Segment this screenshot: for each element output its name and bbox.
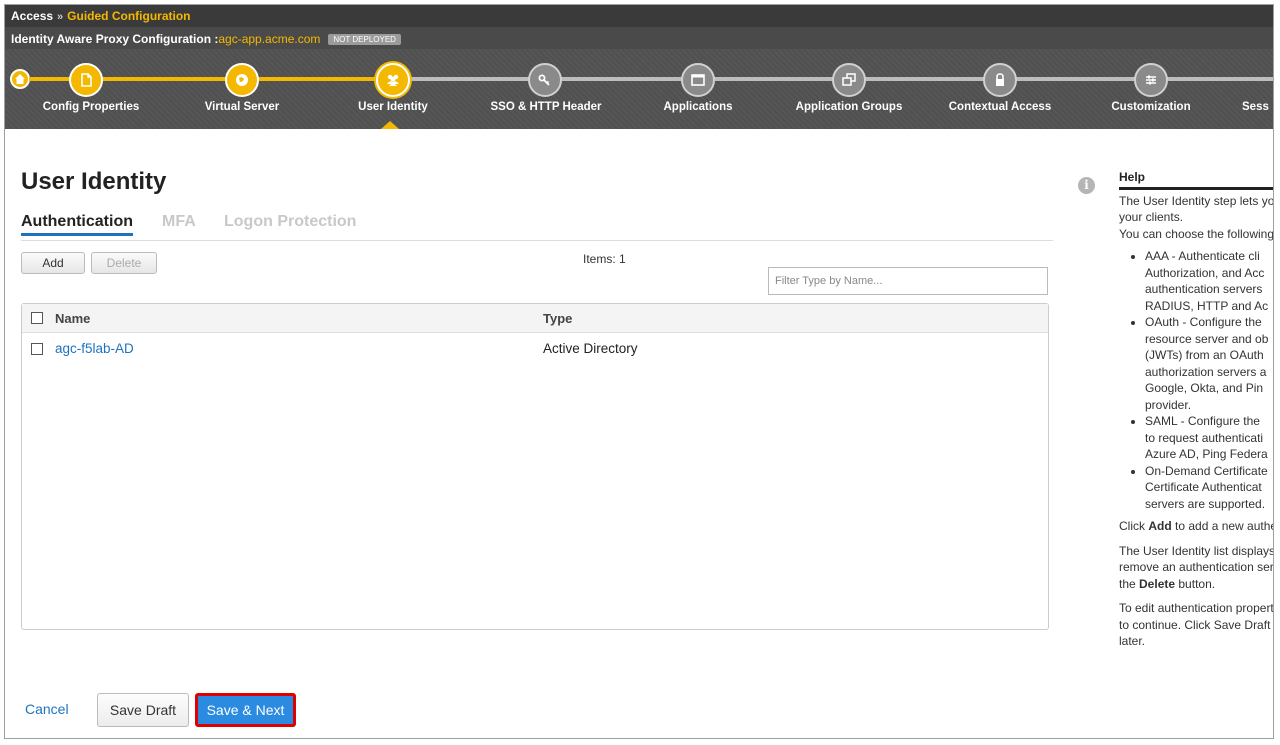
help-text: the	[1119, 576, 1140, 591]
help-text-line: to request authenticati	[1145, 430, 1264, 445]
tab-bar: Authentication MFA Logon Protection	[21, 213, 1053, 241]
help-list-paragraph: The User Identity list displays remove a…	[1119, 543, 1274, 593]
help-text-line: To edit authentication properti	[1119, 601, 1274, 615]
help-text-line: AAA - Authenticate cli	[1145, 249, 1260, 263]
help-text: to add a new authe	[1171, 519, 1274, 533]
breadcrumb-separator: »	[57, 11, 64, 23]
key-icon	[528, 63, 562, 97]
wizard-step-label: Virtual Server	[204, 101, 280, 113]
help-text-line: OAuth - Configure the	[1145, 315, 1262, 329]
help-bullet-ondemand: On-Demand Certificate Certificate Authen…	[1145, 463, 1273, 513]
column-header-name[interactable]: Name	[55, 311, 90, 326]
sliders-icon	[1134, 63, 1168, 97]
wizard-step-label: Contextual Access	[948, 101, 1052, 113]
help-intro: The User Identity step lets yo your clie…	[1119, 193, 1274, 243]
help-text-line: remove an authentication serv	[1119, 560, 1274, 574]
help-text: Click	[1119, 519, 1149, 533]
identity-table: Name Type agc-f5lab-AD Active Directory	[21, 303, 1049, 630]
help-bold-text: Delete	[1139, 576, 1176, 591]
help-text-line: (JWTs) from an OAuth	[1145, 348, 1264, 362]
help-bullet-aaa: AAA - Authenticate cli Authorization, an…	[1145, 248, 1273, 314]
home-icon[interactable]	[10, 69, 30, 89]
help-text-line: On-Demand Certificate	[1145, 463, 1268, 478]
help-text-line: Certificate Authenticat	[1145, 480, 1262, 494]
help-text-line: Azure AD, Ping Federa	[1145, 447, 1268, 461]
help-text-line: authorization servers a	[1145, 364, 1267, 379]
config-label: Identity Aware Proxy Configuration :	[11, 32, 219, 46]
wizard-step-label: Applications	[663, 101, 733, 113]
tab-authentication[interactable]: Authentication	[21, 213, 133, 236]
wizard-step-label: Config Properties	[42, 101, 140, 113]
help-text-line: servers are supported.	[1145, 496, 1266, 511]
help-text-line: to continue. Click Save Draft	[1119, 617, 1271, 632]
help-text-line: The User Identity step lets yo	[1119, 193, 1274, 208]
row-name-link[interactable]: agc-f5lab-AD	[55, 341, 134, 356]
page-title: User Identity	[21, 168, 167, 195]
wizard-step-label: Customization	[1111, 101, 1191, 113]
help-bullet-oauth: OAuth - Configure the resource server an…	[1145, 314, 1273, 413]
info-icon[interactable]: i	[1078, 177, 1095, 194]
filter-input[interactable]	[768, 267, 1048, 295]
help-title: Help	[1119, 169, 1273, 190]
row-type: Active Directory	[543, 341, 638, 356]
app-name: agc-app.acme.com	[218, 32, 321, 46]
select-all-checkbox[interactable]	[31, 312, 43, 324]
wizard-step-label: User Identity	[358, 101, 428, 113]
breadcrumb-root[interactable]: Access	[11, 9, 53, 23]
wizard-stepper: Config Properties Virtual Server User Id…	[5, 49, 1273, 129]
help-text-line: authentication servers	[1145, 282, 1263, 296]
lock-icon	[983, 63, 1017, 97]
help-text-line: later.	[1119, 634, 1146, 648]
current-step-caret	[381, 121, 399, 129]
help-text-line: resource server and ob	[1145, 331, 1269, 346]
help-bullet-saml: SAML - Configure the to request authenti…	[1145, 413, 1273, 463]
help-text-line: Authorization, and Acc	[1145, 265, 1265, 280]
help-text-line: The User Identity list displays	[1119, 543, 1274, 558]
tab-mfa[interactable]: MFA	[162, 213, 196, 231]
document-icon	[69, 63, 103, 97]
users-icon	[376, 63, 410, 97]
save-next-button[interactable]: Save & Next	[195, 693, 296, 727]
help-bold-text: Add	[1148, 519, 1172, 533]
config-bar: Identity Aware Proxy Configuration :agc-…	[5, 27, 1273, 49]
wizard-step-label: Sess	[1242, 101, 1269, 113]
tab-logon-protection[interactable]: Logon Protection	[224, 213, 356, 231]
breadcrumb-current[interactable]: Guided Configuration	[67, 9, 190, 23]
table-header: Name Type	[22, 304, 1048, 333]
globe-icon	[225, 63, 259, 97]
help-text-line: RADIUS, HTTP and Ac	[1145, 298, 1269, 313]
help-text-line: You can choose the following	[1119, 226, 1274, 241]
wizard-step-label: Application Groups	[795, 101, 903, 113]
window-icon	[681, 63, 715, 97]
help-text-line: SAML - Configure the	[1145, 414, 1260, 428]
app-window: Access » Guided Configuration Identity Awa…	[4, 4, 1274, 739]
help-text-line: provider.	[1145, 397, 1192, 412]
column-header-type[interactable]: Type	[543, 311, 572, 326]
help-bullet-list: AAA - Authenticate cli Authorization, an…	[1145, 248, 1273, 513]
delete-button[interactable]: Delete	[91, 252, 157, 274]
help-text: button.	[1175, 576, 1216, 591]
save-draft-button[interactable]: Save Draft	[97, 693, 189, 727]
help-edit-paragraph: To edit authentication properti to conti…	[1119, 600, 1274, 650]
breadcrumb: Access » Guided Configuration	[5, 5, 1273, 27]
cancel-link[interactable]: Cancel	[25, 701, 69, 717]
status-badge: NOT DEPLOYED	[328, 34, 401, 45]
help-add-paragraph: Click Add to add a new authe	[1119, 518, 1274, 535]
windows-stack-icon	[832, 63, 866, 97]
help-panel: Help The User Identity step lets yo your…	[1119, 169, 1274, 650]
help-text-line: your clients.	[1119, 210, 1184, 224]
wizard-step-label: SSO & HTTP Header	[490, 101, 602, 113]
add-button[interactable]: Add	[21, 252, 85, 274]
row-checkbox[interactable]	[31, 343, 43, 355]
help-text-line: Google, Okta, and Pin	[1145, 381, 1264, 395]
items-count: Items: 1	[583, 252, 626, 266]
